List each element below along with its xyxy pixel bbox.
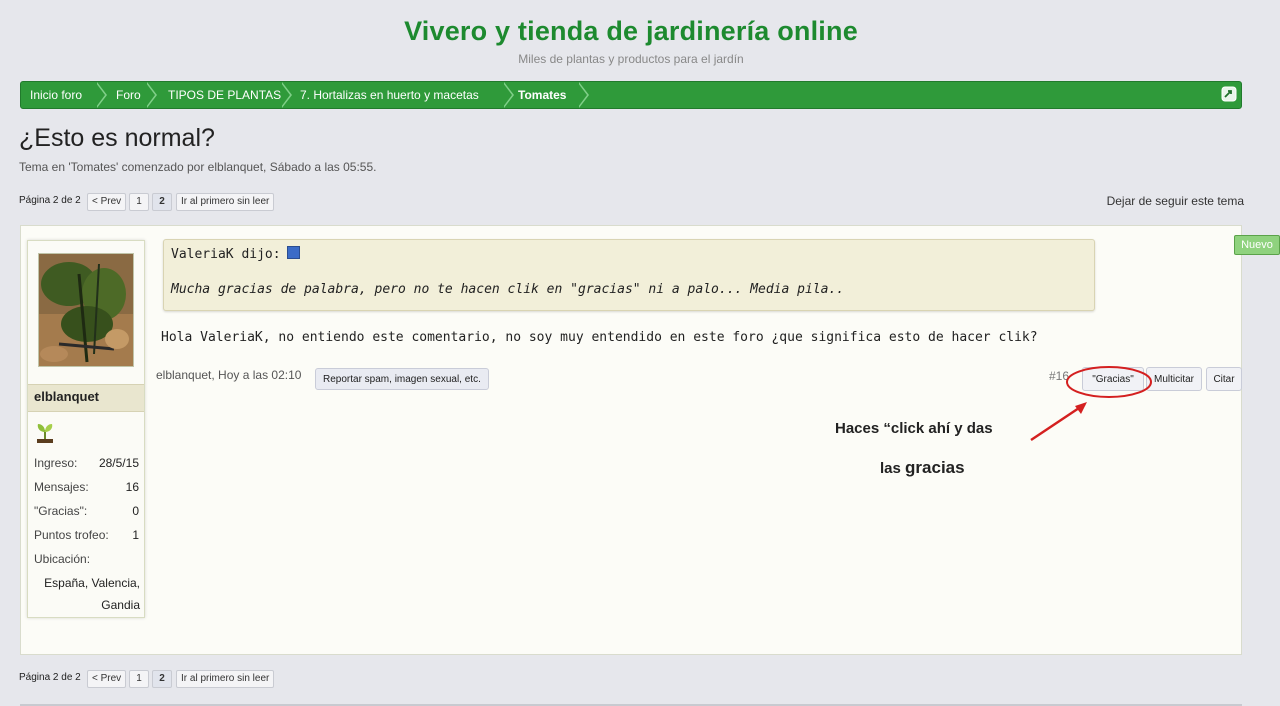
pagination-bottom: Página 2 de 2 < Prev 1 2 Ir al primero s… xyxy=(19,670,319,688)
report-button[interactable]: Reportar spam, imagen sexual, etc. xyxy=(315,368,489,390)
breadcrumb-separator xyxy=(578,82,589,108)
breadcrumb: Inicio foro Foro TIPOS DE PLANTAS 7. Hor… xyxy=(20,81,1242,109)
quote-jump-icon[interactable] xyxy=(286,246,300,259)
breadcrumb-item-hortalizas[interactable]: 7. Hortalizas en huerto y macetas xyxy=(300,82,479,108)
site-subtitle: Miles de plantas y productos para el jar… xyxy=(518,52,744,66)
stat-value-puntos-trofeo[interactable]: 1 xyxy=(132,528,139,542)
post-body: Hola ValeriaK, no entiendo este comentar… xyxy=(161,330,1038,345)
prev-page-button[interactable]: < Prev xyxy=(87,670,127,688)
page-1-button[interactable]: 1 xyxy=(129,670,149,688)
quote-box xyxy=(163,239,1095,311)
stat-label-ingreso: Ingreso: xyxy=(34,456,78,470)
quote-author: ValeriaK dijo: xyxy=(171,247,281,262)
stat-value-ubicacion[interactable]: España, Valencia, Gandia xyxy=(30,572,140,616)
stat-label-mensajes: Mensajes: xyxy=(34,480,89,494)
pagination-top: Página 2 de 2 < Prev 1 2 Ir al primero s… xyxy=(19,193,319,211)
thread-title: ¿Esto es normal? xyxy=(19,124,215,152)
breadcrumb-separator xyxy=(281,82,292,108)
breadcrumb-item-tomates[interactable]: Tomates xyxy=(518,82,566,108)
breadcrumb-separator xyxy=(96,82,107,108)
stat-label-puntos-trofeo: Puntos trofeo: xyxy=(34,528,109,542)
post-meta[interactable]: elblanquet, Hoy a las 02:10 xyxy=(156,368,301,382)
pagination-label: Página 2 de 2 xyxy=(19,195,81,206)
page-1-button[interactable]: 1 xyxy=(129,193,149,211)
site-title[interactable]: Vivero y tienda de jardinería online xyxy=(0,16,1262,47)
breadcrumb-item-inicio-foro[interactable]: Inicio foro xyxy=(30,82,82,108)
annotation-arrow-icon xyxy=(1030,402,1087,442)
quote-text: Mucha gracias de palabra, pero no te hac… xyxy=(171,282,845,297)
annotation-text: las gracias xyxy=(880,458,965,478)
author-username[interactable]: elblanquet xyxy=(34,389,99,404)
annotation-ellipse xyxy=(1066,366,1152,398)
annotation-text-prefix: las xyxy=(880,460,906,477)
multicitar-button[interactable]: Multicitar xyxy=(1146,367,1202,391)
pagination-label: Página 2 de 2 xyxy=(19,672,81,683)
breadcrumb-item-foro[interactable]: Foro xyxy=(116,82,141,108)
thread-meta: Tema en 'Tomates' comenzado por elblanqu… xyxy=(19,160,377,174)
page-2-button[interactable]: 2 xyxy=(152,193,172,211)
unfollow-thread-link[interactable]: Dejar de seguir este tema xyxy=(1107,194,1244,208)
jump-arrow-icon[interactable] xyxy=(1221,86,1237,102)
breadcrumb-separator xyxy=(503,82,514,108)
quote-author-row: ValeriaK dijo: xyxy=(171,246,300,262)
stat-label-gracias: "Gracias": xyxy=(34,504,88,518)
stat-label-ubicacion: Ubicación: xyxy=(34,552,91,566)
annotation-text-bold: gracias xyxy=(905,458,965,477)
prev-page-button[interactable]: < Prev xyxy=(87,193,127,211)
breadcrumb-item-tipos-de-plantas[interactable]: TIPOS DE PLANTAS xyxy=(168,82,281,108)
stat-value-mensajes[interactable]: 16 xyxy=(126,480,139,494)
stat-value-gracias: 0 xyxy=(132,504,139,518)
location-line: Gandia xyxy=(101,598,140,612)
avatar[interactable] xyxy=(38,253,134,367)
location-line: España, Valencia, xyxy=(44,576,140,590)
annotation-text: Haces “click ahí y das xyxy=(835,420,993,437)
breadcrumb-separator xyxy=(146,82,157,108)
first-unread-button[interactable]: Ir al primero sin leer xyxy=(176,670,275,688)
first-unread-button[interactable]: Ir al primero sin leer xyxy=(176,193,275,211)
page-2-button[interactable]: 2 xyxy=(152,670,172,688)
new-badge: Nuevo xyxy=(1234,235,1280,255)
rank-sprout-icon xyxy=(37,424,53,443)
citar-button[interactable]: Citar xyxy=(1206,367,1242,391)
stat-value-ingreso: 28/5/15 xyxy=(98,456,139,470)
avatar-image xyxy=(39,254,133,366)
